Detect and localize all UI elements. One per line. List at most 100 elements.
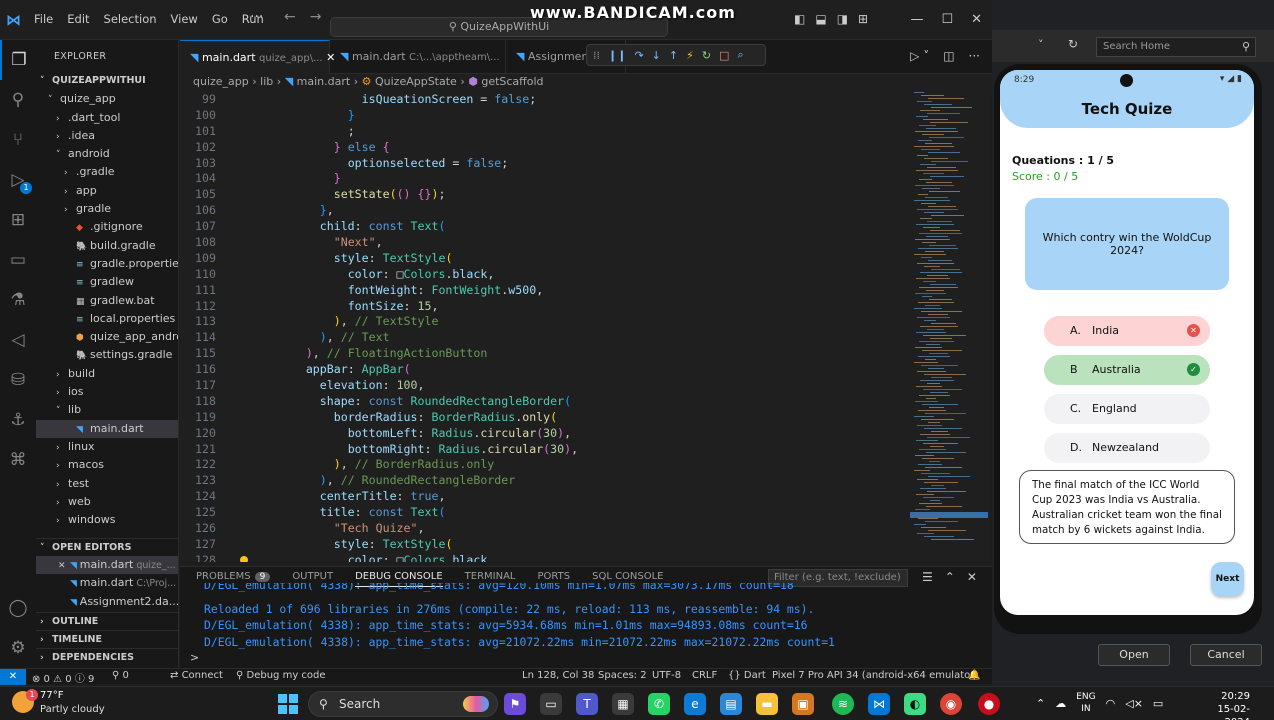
outline-section[interactable]: › OUTLINE [36,612,178,630]
devtools-icon[interactable]: ⌕ [737,48,743,62]
android-studio-icon[interactable]: ◐ [904,693,926,715]
indentation-status[interactable]: Spaces: 2 [598,670,647,681]
account-icon[interactable]: ◯ [0,588,36,628]
drag-handle-icon[interactable]: ⁞⁞ [593,49,600,62]
minimize-icon[interactable]: — [910,12,923,27]
toggle-secondary-sidebar-icon[interactable]: ◨ [837,12,848,26]
code-editor[interactable]: 99 isQueationScreen = false; 100 } 101 ; 10… [180,92,910,562]
open-editors-section[interactable]: ˅ OPEN EDITORS [36,538,178,556]
tree-item[interactable]: › windows [36,511,178,529]
tree-item[interactable]: › app [36,182,178,200]
tray-overflow-icon[interactable]: ⌃ [1036,697,1045,710]
toggle-panel-icon[interactable]: ⬓ [815,12,826,26]
app-icon-generic[interactable]: ▦ [612,693,634,715]
explorer-icon[interactable]: ❐ [0,40,36,80]
tree-item[interactable]: ≡ local.properties [36,310,178,328]
task-view-icon[interactable]: ▭ [540,693,562,715]
refresh-icon[interactable]: ↻ [1068,37,1078,51]
taskbar-search[interactable]: ⚲ Search [308,691,498,717]
dropdown-chevron-icon[interactable]: ˅ [1038,38,1044,51]
step-into-icon[interactable]: ↓ [652,49,661,62]
run-icon[interactable]: ▷ ˅ [910,49,929,63]
tree-item[interactable]: › .idea [36,127,178,145]
minimap[interactable] [910,92,990,562]
menu-item-file[interactable]: File [34,12,53,26]
open-editor-item[interactable]: ◥ main.dart C:\Proj... [36,574,178,592]
tree-item[interactable]: › .gradle [36,163,178,181]
file-explorer-icon[interactable]: ▬ [756,693,778,715]
remote-explorer-icon[interactable]: ▭ [0,240,36,280]
more-menu-icon[interactable]: ··· [250,9,263,25]
tree-item[interactable]: ˅ lib [36,401,178,419]
language-status[interactable]: {} Dart [728,670,766,681]
tree-item[interactable]: ▦ gradlew.bat [36,292,178,310]
open-editor-item[interactable]: ◥ Assignment2.da... [36,593,178,611]
app-icon-orange[interactable]: ▣ [792,693,814,715]
open-button[interactable]: Open [1098,644,1170,666]
pause-icon[interactable]: ❙❙ [608,49,626,62]
timeline-section[interactable]: › TIMELINE [36,630,178,648]
tree-item[interactable]: 🐘 build.gradle [36,237,178,255]
maximize-icon[interactable]: ☐ [941,12,953,27]
search-icon[interactable]: ⚲ [0,80,36,120]
breadcrumb-item[interactable]: lib [260,75,273,88]
tab-main-dart-active[interactable]: ◥ main.dart quize_app\... ✕ [180,40,335,74]
dependencies-section[interactable]: › DEPENDENCIES [36,648,178,666]
menu-item-go[interactable]: Go [212,12,228,26]
problems-status[interactable]: ⊗ 0 ⚠ 0 ⓘ 9 [32,670,94,685]
restart-icon[interactable]: ↻ [702,49,711,62]
battery-icon[interactable]: ▭ [1153,697,1163,710]
encoding-status[interactable]: UTF-8 [652,670,681,681]
tree-item[interactable]: ≡ gradlew [36,273,178,291]
breadcrumb-item[interactable]: quize_app [193,75,249,88]
notifications-bell-icon[interactable]: 🔔 [968,670,980,681]
eol-status[interactable]: CRLF [692,670,717,681]
volume-icon[interactable]: ◁× [1125,697,1143,710]
spotify-icon[interactable]: ≋ [832,693,854,715]
tree-item[interactable]: › web [36,493,178,511]
edge-icon[interactable]: e [684,693,706,715]
close-icon[interactable]: ✕ [58,557,70,574]
breadcrumb-item[interactable]: main.dart [297,75,351,88]
tree-item[interactable]: › ios [36,383,178,401]
option-australia[interactable]: B Australia ✓ [1044,355,1210,385]
step-out-icon[interactable]: ↑ [669,49,678,62]
close-panel-icon[interactable]: ✕ [967,570,977,584]
more-actions-icon[interactable]: ··· [969,49,980,63]
option-india[interactable]: A. India ✕ [1044,316,1210,346]
python-icon[interactable]: ⌘ [0,440,36,480]
tree-item[interactable]: › macos [36,456,178,474]
cancel-button[interactable]: Cancel [1190,644,1262,666]
breadcrumb-item[interactable]: QuizeAppState [375,75,457,88]
console-prompt[interactable]: > [190,651,199,664]
run-debug-icon[interactable]: ▷ 1 [0,160,36,200]
tree-item[interactable]: › test [36,475,178,493]
connect-status[interactable]: ⇄ Connect [170,670,223,681]
menu-item-view[interactable]: View [171,12,198,26]
menu-item-selection[interactable]: Selection [104,12,157,26]
tree-item[interactable]: ◆ .gitignore [36,218,178,236]
cursor-position[interactable]: Ln 128, Col 38 [522,670,594,681]
tree-item[interactable]: › linux [36,438,178,456]
settings-gear-icon[interactable]: ⚙ [0,628,36,668]
tree-item[interactable]: 🐘 settings.gradle [36,346,178,364]
tree-item[interactable]: › gradle [36,200,178,218]
toggle-sidebar-icon[interactable]: ◧ [794,12,805,26]
app-icon-widgets[interactable]: ⚑ [504,693,526,715]
ports-status[interactable]: ⚲ 0 [112,670,129,681]
menu-item-edit[interactable]: Edit [67,12,89,26]
whatsapp-icon[interactable]: ✆ [648,693,670,715]
clear-console-icon[interactable]: ☰ [922,570,933,584]
open-editor-item[interactable]: ✕ ◥ main.dart quize_... [36,556,178,575]
source-control-icon[interactable]: ⑂ [0,120,36,160]
tree-item[interactable]: ≡ gradle.properties [36,255,178,273]
tree-item[interactable]: ˅ quize_app [36,90,178,108]
hot-reload-icon[interactable]: ⚡ [686,49,694,62]
chrome-icon[interactable]: ◉ [940,693,962,715]
extensions-icon[interactable]: ⊞ [0,200,36,240]
search-home-input[interactable]: Search Home [1096,37,1256,57]
breadcrumb-item[interactable]: getScaffold [481,75,543,88]
docker-icon[interactable]: ⚓ [0,400,36,440]
taskbar-clock[interactable]: 20:29 15-02-2024 [1206,690,1250,720]
next-button[interactable]: Next [1211,562,1244,596]
